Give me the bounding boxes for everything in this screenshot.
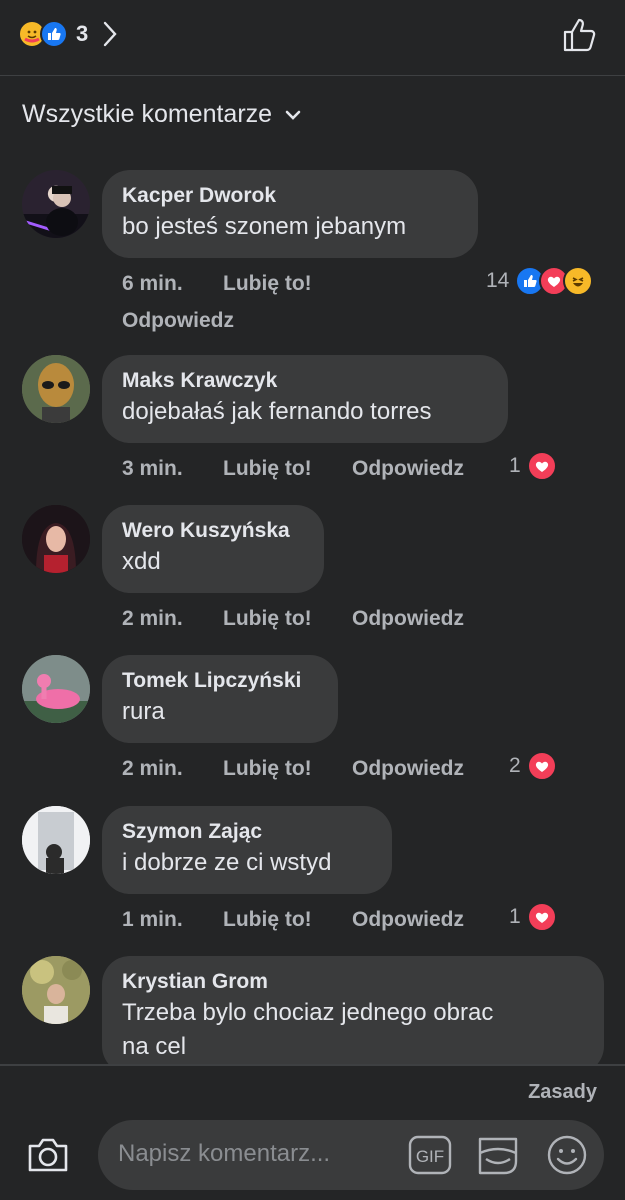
comment-author[interactable]: Szymon Zając: [122, 818, 372, 846]
reply-button[interactable]: Odpowiedz: [352, 607, 464, 631]
love-reaction-icon: [526, 751, 557, 781]
chevron-right-icon: [104, 21, 117, 47]
comment-bubble[interactable]: Tomek Lipczyński rura: [102, 655, 338, 743]
avatar[interactable]: [22, 655, 90, 723]
comment-bubble[interactable]: Maks Krawczyk dojebałaś jak fernando tor…: [102, 355, 508, 443]
comment-composer[interactable]: Napisz komentarz... GIF: [98, 1120, 604, 1190]
like-comment-button[interactable]: Lubię to!: [223, 457, 312, 481]
comment-input[interactable]: Napisz komentarz...: [118, 1140, 330, 1168]
rules-link[interactable]: Zasady: [528, 1081, 597, 1104]
comment-time[interactable]: 3 min.: [122, 457, 183, 481]
comment-reactions[interactable]: 14: [486, 266, 594, 296]
comment-author[interactable]: Tomek Lipczyński: [122, 667, 318, 695]
comment-time[interactable]: 2 min.: [122, 757, 183, 781]
gif-button[interactable]: GIF: [408, 1135, 452, 1180]
comment-author[interactable]: Kacper Dworok: [122, 182, 458, 210]
comment-text: Trzeba bylo chociaz jednego obrac na cel: [122, 999, 494, 1060]
reply-button[interactable]: Odpowiedz: [352, 757, 464, 781]
comment-reaction-count: 2: [509, 754, 521, 777]
reply-button[interactable]: Odpowiedz: [122, 309, 234, 333]
like-reaction-icon: [40, 20, 68, 48]
comment-reaction-count: 1: [509, 905, 521, 928]
like-comment-button[interactable]: Lubię to!: [223, 757, 312, 781]
love-reaction-icon: [526, 902, 557, 932]
camera-icon[interactable]: [26, 1136, 70, 1174]
comment-time[interactable]: 6 min.: [122, 272, 183, 296]
avatar[interactable]: [22, 956, 90, 1024]
comment-reaction-count: 1: [509, 454, 521, 477]
haha-reaction-icon: [563, 266, 594, 296]
chevron-down-icon: [285, 110, 301, 120]
comment-filter-dropdown[interactable]: Wszystkie komentarze: [22, 100, 302, 129]
avatar[interactable]: [22, 806, 90, 874]
comment-text: dojebałaś jak fernando torres: [122, 398, 432, 425]
like-comment-button[interactable]: Lubię to!: [223, 908, 312, 932]
comment-bubble[interactable]: Wero Kuszyńska xdd: [102, 505, 324, 593]
reply-button[interactable]: Odpowiedz: [352, 908, 464, 932]
reactions-bar: 3: [0, 0, 625, 76]
comment-bubble[interactable]: Kacper Dworok bo jesteś szonem jebanym: [102, 170, 478, 258]
comment-time[interactable]: 1 min.: [122, 908, 183, 932]
comment-reactions[interactable]: 1: [509, 451, 557, 481]
comment-author[interactable]: Wero Kuszyńska: [122, 517, 304, 545]
emoji-icon[interactable]: [546, 1134, 588, 1176]
love-reaction-icon: [526, 451, 557, 481]
avatar[interactable]: [22, 505, 90, 573]
comment-bubble[interactable]: Krystian Grom Trzeba bylo chociaz jedneg…: [102, 956, 604, 1074]
comment-reactions[interactable]: 1: [509, 902, 557, 932]
comment-reaction-count: 14: [486, 269, 510, 292]
avatar[interactable]: [22, 170, 90, 238]
reply-button[interactable]: Odpowiedz: [352, 457, 464, 481]
comment-time[interactable]: 2 min.: [122, 607, 183, 631]
reaction-count: 3: [76, 21, 89, 46]
reaction-summary[interactable]: 3: [18, 18, 118, 50]
comment-author[interactable]: Krystian Grom: [122, 968, 584, 996]
like-comment-button[interactable]: Lubię to!: [223, 607, 312, 631]
comment-filter-label: Wszystkie komentarze: [22, 100, 273, 128]
comment-reactions[interactable]: 2: [509, 751, 557, 781]
sticker-icon[interactable]: [476, 1133, 520, 1177]
like-outline-icon[interactable]: [561, 16, 599, 54]
comment-text: i dobrze ze ci wstyd: [122, 849, 332, 876]
like-comment-button[interactable]: Lubię to!: [223, 272, 312, 296]
svg-text:GIF: GIF: [416, 1147, 444, 1166]
comment-author[interactable]: Maks Krawczyk: [122, 367, 488, 395]
avatar[interactable]: [22, 355, 90, 423]
comment-bubble[interactable]: Szymon Zając i dobrze ze ci wstyd: [102, 806, 392, 894]
divider: [0, 1064, 625, 1066]
comment-text: bo jesteś szonem jebanym: [122, 213, 407, 240]
comment-text: rura: [122, 698, 165, 725]
comment-text: xdd: [122, 548, 161, 575]
